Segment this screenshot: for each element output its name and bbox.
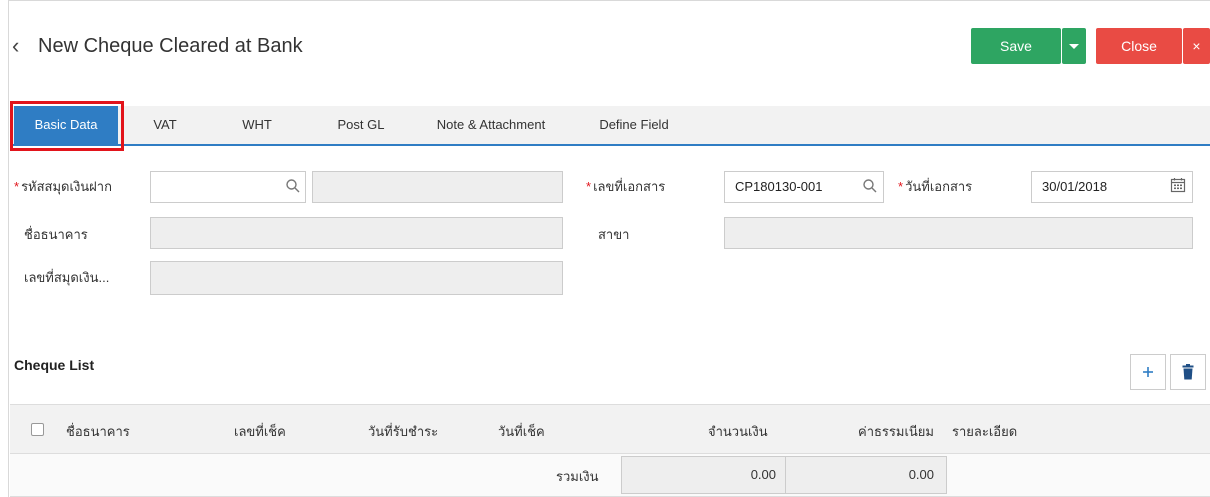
total-amount-field: 0.00: [621, 456, 789, 494]
bank-book-code-input[interactable]: [150, 171, 306, 203]
cheque-list-title: Cheque List: [14, 357, 95, 373]
bank-name-label: ชื่อธนาคาร: [24, 227, 88, 242]
col-bank-name[interactable]: ชื่อธนาคาร: [66, 421, 130, 442]
tab-vat[interactable]: VAT: [140, 106, 190, 144]
col-fee[interactable]: ค่าธรรมเนียม: [858, 421, 934, 442]
save-dropdown-button[interactable]: [1062, 28, 1086, 64]
branch-label: สาขา: [598, 227, 630, 242]
doc-date-input[interactable]: 30/01/2018: [1031, 171, 1193, 203]
page-title: New Cheque Cleared at Bank: [38, 35, 303, 57]
doc-no-label: * เลขที่เอกสาร: [586, 178, 665, 196]
tab-post-gl[interactable]: Post GL: [328, 106, 394, 144]
cheque-grid-total-row: รวมเงิน 0.00 0.00: [10, 454, 1210, 497]
doc-no-input[interactable]: CP180130-001: [724, 171, 884, 203]
close-icon: ×: [1192, 38, 1201, 54]
tab-note-attachment[interactable]: Note & Attachment: [420, 106, 562, 144]
account-no-field: [150, 261, 563, 295]
doc-no-label-text: เลขที่เอกสาร: [593, 179, 666, 194]
bank-book-code-label-text: รหัสสมุดเงินฝาก: [21, 179, 112, 194]
col-cheque-date[interactable]: วันที่เช็ค: [498, 421, 545, 442]
plus-icon: [1143, 367, 1153, 377]
bank-name-field: [150, 217, 563, 249]
col-amount[interactable]: จำนวนเงิน: [708, 421, 768, 442]
calendar-icon[interactable]: [1170, 177, 1186, 193]
tab-basic-data[interactable]: Basic Data: [14, 106, 118, 144]
trash-icon: [1182, 364, 1194, 380]
account-no-label: เลขที่สมุดเงิน...: [24, 270, 110, 285]
required-marker: *: [586, 179, 592, 194]
col-detail[interactable]: รายละเอียด: [952, 421, 1017, 442]
doc-date-label-text: วันที่เอกสาร: [905, 179, 973, 194]
back-icon[interactable]: ‹: [12, 34, 19, 58]
delete-row-button[interactable]: [1170, 354, 1206, 390]
doc-date-label: * วันที่เอกสาร: [898, 178, 972, 196]
close-button[interactable]: Close: [1096, 28, 1182, 64]
col-cheque-no[interactable]: เลขที่เช็ค: [234, 421, 286, 442]
bank-book-name-field: [312, 171, 563, 203]
total-label: รวมเงิน: [556, 469, 599, 484]
branch-field: [724, 217, 1193, 249]
tab-wht[interactable]: WHT: [232, 106, 282, 144]
total-fee-field: 0.00: [785, 456, 947, 494]
search-icon[interactable]: [285, 178, 301, 194]
col-receipt-date[interactable]: วันที่รับชำระ: [368, 421, 438, 442]
search-icon[interactable]: [862, 178, 878, 194]
add-row-button[interactable]: [1130, 354, 1166, 390]
required-marker: *: [14, 179, 20, 194]
save-button[interactable]: Save: [971, 28, 1061, 64]
select-all-checkbox[interactable]: [31, 423, 44, 436]
bank-book-code-label: * รหัสสมุดเงินฝาก: [14, 178, 112, 196]
close-button-label: Close: [1121, 38, 1157, 54]
cheque-grid-header: ชื่อธนาคาร เลขที่เช็ค วันที่รับชำระ วันท…: [10, 404, 1210, 454]
save-button-label: Save: [1000, 38, 1032, 54]
required-marker: *: [898, 179, 904, 194]
tab-bar: Basic Data VAT WHT Post GL Note & Attach…: [10, 106, 1210, 146]
close-x-button[interactable]: ×: [1183, 28, 1210, 64]
caret-down-icon: [1069, 43, 1079, 49]
tab-define-field[interactable]: Define Field: [586, 106, 682, 144]
